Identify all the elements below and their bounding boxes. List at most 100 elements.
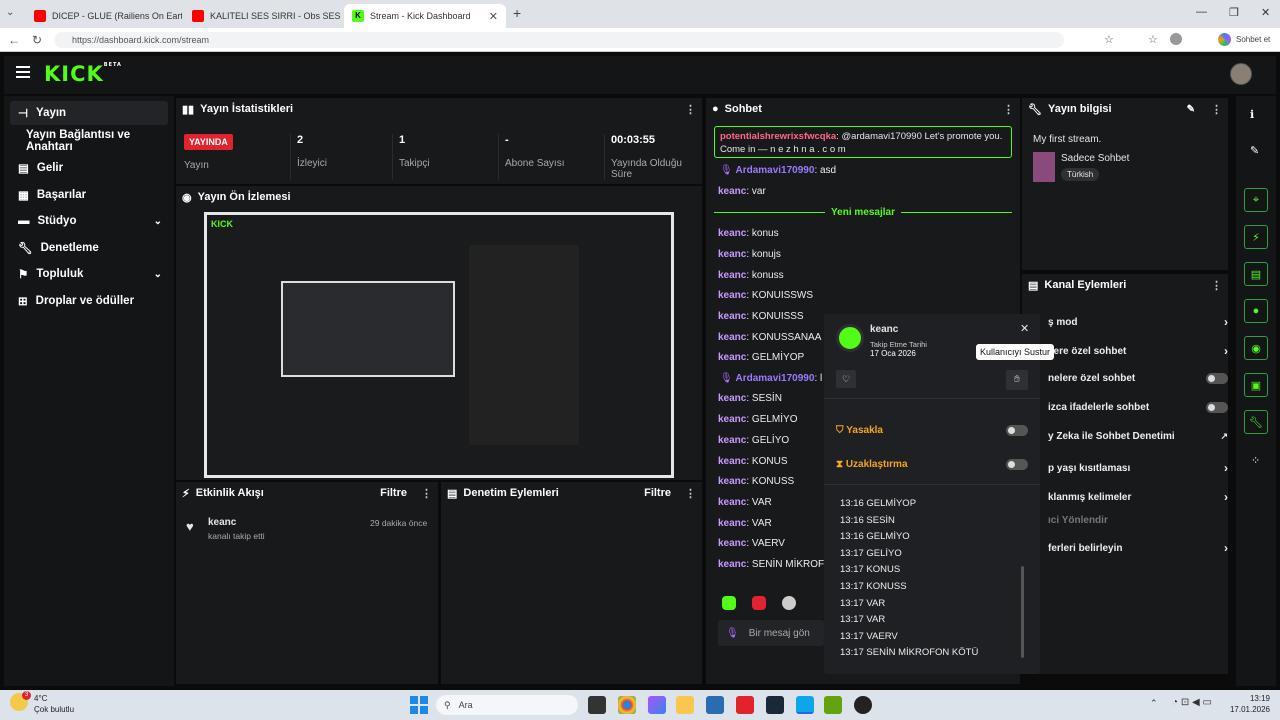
activity-user[interactable]: keanc — [208, 517, 236, 528]
emote-icon[interactable] — [782, 596, 796, 610]
chat-username[interactable]: keanc — [718, 559, 746, 570]
chat-message[interactable]: 🎙︎ Ardamavi170990: l — [720, 373, 822, 384]
lightning-icon[interactable]: ⚡︎ — [1244, 225, 1268, 249]
chevron-right-icon[interactable]: › — [1224, 315, 1228, 329]
more-options-icon[interactable]: ⋮ — [421, 487, 432, 500]
sidebar-item-stream-key[interactable]: Yayın Bağlantısı ve Anahtarı — [10, 129, 168, 153]
channel-action-row[interactable]: izca ifadelerle sohbet — [1048, 402, 1228, 413]
chat-message[interactable]: keanc: VAR — [718, 518, 772, 529]
sidebar-item-gelir[interactable]: ▤ Gelir — [10, 156, 168, 180]
chevron-right-icon[interactable]: › — [1224, 541, 1228, 555]
reload-icon[interactable]: ↻ — [32, 33, 42, 47]
chat-username[interactable]: keanc — [718, 538, 746, 549]
target-icon[interactable]: ⌖ — [1244, 188, 1268, 212]
collections-icon[interactable]: ☆ — [1148, 33, 1158, 46]
copilot-icon[interactable] — [648, 696, 666, 714]
chat-message[interactable]: 🎙︎ Ardamavi170990: asd — [720, 165, 836, 176]
channel-action-row[interactable]: p yaşı kısıtlaması › — [1048, 461, 1228, 475]
wrench-icon[interactable]: 🔧︎ — [1244, 410, 1268, 434]
info-icon[interactable]: ℹ︎ — [1250, 108, 1254, 121]
chat-message[interactable]: keanc: GELİYO — [718, 435, 789, 446]
channel-action-row[interactable]: ferleri belirleyin › — [1048, 541, 1228, 555]
more-options-icon[interactable]: ⋮ — [1003, 103, 1014, 116]
broadcast-icon[interactable]: ◉ — [1244, 336, 1268, 360]
browser-tab-active[interactable]: K Stream - Kick Dashboard ✕ — [344, 4, 506, 28]
kick-logo[interactable]: KICKBETA — [44, 62, 122, 86]
more-options-icon[interactable]: ⋮ — [1211, 279, 1222, 292]
url-field[interactable]: https://dashboard.kick.com/stream — [54, 32, 1064, 48]
user-avatar[interactable] — [1230, 63, 1252, 85]
chrome-icon[interactable] — [618, 696, 636, 714]
apps-icon[interactable]: ⁘ — [1251, 454, 1260, 467]
chat-message[interactable]: keanc: SENİN MİKROF — [718, 559, 824, 570]
chat-username[interactable]: keanc — [718, 228, 746, 239]
chat-username[interactable]: keanc — [718, 290, 746, 301]
obs-icon[interactable] — [854, 696, 872, 714]
favorite-star-icon[interactable]: ☆ — [1104, 33, 1114, 46]
chat-username[interactable]: keanc — [718, 518, 746, 529]
chat-message[interactable]: keanc: VAERV — [718, 538, 785, 549]
chat-message[interactable]: keanc: KONUISSS — [718, 311, 804, 322]
file-explorer-icon[interactable] — [676, 696, 694, 714]
browser-tab-1[interactable]: DICEP - GLUE (Railiens On Earth Re ✕ — [26, 4, 182, 28]
profile-avatar[interactable] — [1170, 33, 1182, 45]
windows-start-icon[interactable] — [410, 696, 428, 714]
timeout-toggle[interactable] — [1006, 458, 1028, 470]
chat-username[interactable]: keanc — [718, 249, 746, 260]
chat-username[interactable]: keanc — [718, 414, 746, 425]
tray-chevron-icon[interactable]: ⌃ — [1150, 698, 1158, 709]
external-link-icon[interactable]: ↗ — [1220, 431, 1228, 442]
channel-action-row[interactable]: klanmış kelimeler › — [1048, 490, 1228, 504]
channel-action-row[interactable]: ıci Yönlendir — [1048, 515, 1228, 526]
tools-icon[interactable]: ▣ — [1244, 373, 1268, 397]
sidebar-item-denetleme[interactable]: 🔧︎ Denetleme — [10, 236, 168, 260]
chat-username[interactable]: Ardamavi170990 — [735, 373, 814, 384]
steam-icon[interactable] — [766, 696, 784, 714]
tab-list-chevron-icon[interactable]: ⌄ — [6, 7, 14, 18]
chevron-right-icon[interactable]: › — [1224, 490, 1228, 504]
ban-toggle[interactable] — [1006, 424, 1028, 436]
new-tab-icon[interactable]: + — [513, 5, 521, 21]
chat-message[interactable]: keanc: GELMİYOP — [718, 352, 804, 363]
sidebar-item-studyo[interactable]: ▬ Stüdyo ⌄ — [10, 209, 168, 233]
channel-action-row[interactable]: ş mod › — [1048, 315, 1228, 329]
chat-username[interactable]: keanc — [718, 393, 746, 404]
youtube-icon[interactable] — [736, 696, 754, 714]
follow-heart-button[interactable]: ♡ — [836, 370, 856, 388]
close-icon[interactable]: ✕ — [1020, 322, 1029, 335]
chat-bubble-icon[interactable]: ● — [1244, 299, 1268, 323]
more-options-icon[interactable]: ⋮ — [685, 487, 696, 500]
clock-time[interactable]: 13:19 — [1222, 694, 1270, 703]
channel-action-row[interactable]: y Zeka ile Sohbet Denetimi ↗ — [1048, 431, 1228, 442]
chat-username[interactable]: keanc — [718, 270, 746, 281]
scrollbar[interactable] — [1021, 566, 1024, 658]
maximize-icon[interactable]: ❐ — [1229, 6, 1239, 19]
chevron-right-icon[interactable]: › — [1224, 344, 1228, 358]
chat-username[interactable]: keanc — [718, 497, 746, 508]
emote-icon[interactable] — [752, 596, 766, 610]
sidebar-item-topluluk[interactable]: ⚑ Topluluk ⌄ — [10, 262, 168, 286]
taskbar-search[interactable]: ⚲ Ara — [436, 695, 578, 715]
minimize-icon[interactable]: — — [1196, 6, 1207, 18]
channel-action-row[interactable]: ilere özel sohbet › — [1048, 344, 1228, 358]
task-view-icon[interactable] — [588, 696, 606, 714]
mute-user-button[interactable]: ✋︎ — [1006, 370, 1028, 390]
chat-message[interactable]: keanc: SESİN — [718, 393, 782, 404]
back-icon[interactable]: ← — [8, 33, 20, 47]
minecraft-icon[interactable] — [824, 696, 842, 714]
sidebar-item-yayin[interactable]: ⊣ Yayın — [10, 101, 168, 125]
filter-button[interactable]: Filtre — [380, 487, 407, 499]
filter-button[interactable]: Filtre — [644, 487, 671, 499]
pinned-message[interactable]: potentialshrewrixsfwcqka: @ardamavi17099… — [714, 126, 1012, 158]
browser-tab-2[interactable]: KALITELI SES SIRRI - Obs SES AYARI ✕ — [184, 4, 342, 28]
chat-message[interactable]: keanc: GELMİYO — [718, 414, 798, 425]
toggle-switch[interactable] — [1206, 402, 1228, 413]
chat-message[interactable]: keanc: KONUSSANAA — [718, 332, 821, 343]
copilot-icon[interactable] — [1218, 33, 1231, 46]
store-icon[interactable] — [706, 696, 724, 714]
chat-message[interactable]: keanc: konus — [718, 228, 779, 239]
more-options-icon[interactable]: ⋮ — [1211, 103, 1222, 116]
chat-username[interactable]: keanc — [718, 435, 746, 446]
channel-action-row[interactable]: nelere özel sohbet — [1048, 373, 1228, 384]
chevron-right-icon[interactable]: › — [1224, 461, 1228, 475]
